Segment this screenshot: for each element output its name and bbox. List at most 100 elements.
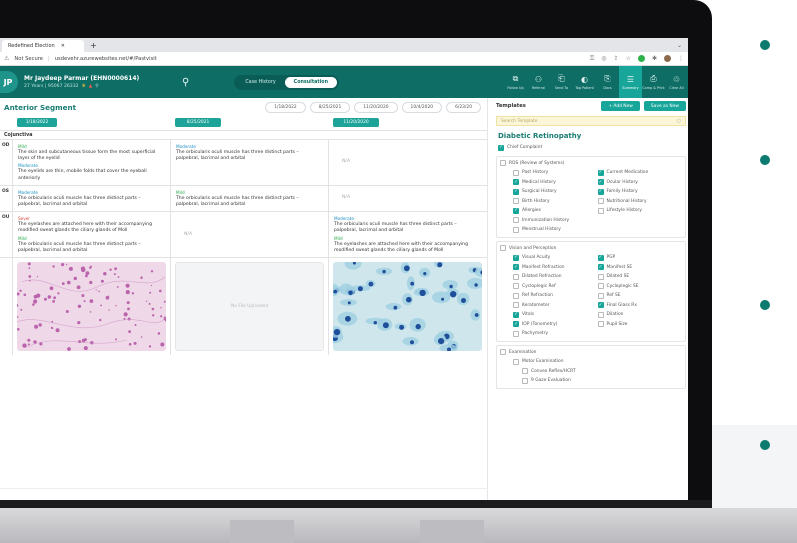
checkbox-item[interactable]: ✓ Ocular History [597, 178, 683, 188]
checkbox-item[interactable]: ✓ Current Medication [597, 168, 683, 178]
checkbox-item[interactable]: ✓ Manifest SE [597, 263, 683, 273]
date-chip[interactable]: 11/20/2020 [354, 101, 398, 113]
close-icon[interactable]: ✕ [61, 43, 65, 49]
checkbox-icon[interactable] [597, 273, 604, 280]
checkbox-item[interactable]: Past History [513, 168, 598, 178]
checkbox-item[interactable]: Immunization History [500, 216, 682, 226]
checkbox-item[interactable]: ✓ Manifest Refraction [513, 263, 598, 273]
checkbox-icon[interactable] [513, 226, 519, 233]
checkbox-checked-icon[interactable]: ✓ [597, 302, 604, 309]
checkbox-checked-icon[interactable]: ✓ [513, 207, 519, 214]
checkbox-item[interactable]: Ref SE [597, 291, 683, 301]
extension-icon[interactable] [637, 54, 645, 62]
date-chip[interactable]: 1/18/2022 [265, 101, 306, 113]
checkbox-item[interactable]: ✓ Medical History [513, 178, 598, 188]
summary-button[interactable]: ☰ Summary [619, 66, 642, 98]
tab-consultation[interactable]: Consultation [284, 76, 337, 88]
checkbox-item[interactable]: ✓ Vitals [513, 310, 598, 320]
checkbox-icon[interactable] [513, 302, 519, 309]
column-date-header[interactable]: 11/20/2020 [333, 117, 379, 127]
image-cell[interactable] [328, 258, 486, 356]
checkbox-icon[interactable] [513, 198, 519, 205]
checkbox-checked-icon[interactable]: ✓ [513, 311, 519, 318]
checkbox-item[interactable]: Cycloplegic SE [597, 282, 683, 292]
checkbox-item[interactable]: ✓ IOP (Tonometry) [513, 320, 598, 330]
checkbox-item[interactable]: ✓ Surgical History [513, 187, 598, 197]
new-tab-button[interactable]: + [90, 41, 97, 50]
checkbox-item[interactable]: 9 Gaze Evaluation [500, 376, 682, 386]
column-date-header[interactable]: 8/25/2021 [175, 117, 221, 127]
checkbox-checked-icon[interactable]: ✓ [597, 169, 604, 176]
checkbox-item[interactable]: Lifestyle History [597, 206, 683, 216]
checkbox-icon[interactable] [522, 368, 528, 375]
profile-icon[interactable] [664, 54, 671, 62]
add-new-button[interactable]: + Add New [601, 101, 640, 111]
checkbox-item[interactable]: Birth History [513, 197, 598, 207]
checkbox-icon[interactable] [500, 349, 506, 356]
column-date-header[interactable]: 1/18/2022 [17, 117, 57, 127]
microscopy-image-pink[interactable] [17, 262, 166, 352]
checkbox-checked-icon[interactable]: ✓ [597, 264, 604, 271]
calendar-button[interactable]: ⧉ Follow Up [504, 66, 527, 98]
star-icon[interactable]: ☆ [626, 55, 631, 63]
search-icon[interactable]: ⚲ [182, 77, 189, 88]
checkbox-icon[interactable] [500, 160, 506, 167]
trash-button[interactable]: ♲ Clear All [665, 66, 688, 98]
image-cell-empty[interactable]: No File Uploaded [170, 258, 328, 356]
checkbox-icon[interactable] [597, 283, 604, 290]
checkbox-checked-icon[interactable]: ✓ [513, 254, 519, 261]
checkbox-icon[interactable] [597, 321, 604, 328]
checkbox-checked-icon[interactable]: ✓ [513, 321, 519, 328]
checkbox-icon[interactable] [513, 273, 519, 280]
checkbox-item[interactable]: ✓ PGP [597, 253, 683, 263]
date-chip[interactable]: 6/23/20 [446, 101, 481, 113]
template-search-input[interactable]: Search Template ○ [496, 116, 686, 126]
checkbox-item[interactable]: Dilation [597, 310, 683, 320]
key-icon[interactable]: ⚿ [590, 55, 595, 63]
docs-button[interactable]: ⎘ Docs [596, 66, 619, 98]
checkbox-icon[interactable] [513, 169, 519, 176]
checkbox-icon[interactable] [513, 217, 519, 224]
checkbox-item[interactable]: ROS (Review of Systems) [500, 159, 682, 169]
checkbox-item[interactable]: Pachymetry [500, 329, 682, 339]
checkbox-icon[interactable] [597, 292, 604, 299]
checkbox-icon[interactable] [500, 245, 506, 252]
checkbox-item[interactable]: Nutritional History [597, 197, 683, 207]
checkbox-item[interactable]: ✓ Allergies [513, 206, 598, 216]
checkbox-icon[interactable] [597, 311, 604, 318]
checkbox-item[interactable]: Motor Examination [513, 357, 682, 367]
browser-tab[interactable]: Redefined Election ✕ [2, 40, 84, 52]
checkbox-item[interactable]: ✓ Final Glass Rx [597, 301, 683, 311]
checkbox-item[interactable]: Menstrual History [500, 225, 682, 235]
checkbox-item[interactable]: ✓ Visual Acuity [513, 253, 598, 263]
checkbox-item[interactable]: Vision and Perception [500, 244, 682, 254]
checkbox-icon[interactable] [597, 198, 604, 205]
url-text[interactable]: usdevehr.azurewebsites.net/#/Pastvisit [55, 56, 157, 62]
menu-icon[interactable]: ⋮ [678, 55, 684, 63]
checkbox-checked-icon[interactable]: ✓ [597, 188, 604, 195]
checkbox-item[interactable]: Pupil Size [597, 320, 683, 330]
checkbox-icon[interactable] [522, 377, 528, 384]
checkbox-icon[interactable] [513, 330, 519, 337]
save-as-new-button[interactable]: Save as New [643, 101, 686, 111]
checkbox-checked-icon[interactable]: ✓ [597, 179, 604, 186]
users-button[interactable]: ⚇ Referral [527, 66, 550, 98]
checkbox-item[interactable]: Examination [500, 348, 682, 358]
share-icon[interactable]: ⇪ [614, 55, 619, 63]
checkbox-icon[interactable] [597, 207, 604, 214]
tag-button[interactable]: ◐ Tag Patient [573, 66, 596, 98]
checkbox-item[interactable]: Dilated SE [597, 272, 683, 282]
checkbox-icon[interactable] [513, 283, 519, 290]
checkbox-item[interactable]: ✓ Chief Complaint [494, 143, 688, 153]
checkbox-item[interactable]: Dilated Refraction [513, 272, 598, 282]
date-chip[interactable]: 8/25/2021 [309, 101, 351, 113]
checkbox-item[interactable]: ✓ Family History [597, 187, 683, 197]
checkbox-checked-icon[interactable]: ✓ [513, 264, 519, 271]
image-cell[interactable] [12, 258, 170, 356]
address-bar[interactable]: ⚠ Not Secure | usdevehr.azurewebsites.ne… [0, 52, 688, 66]
translate-icon[interactable]: ◎ [601, 55, 606, 63]
microscopy-image-blue[interactable] [333, 262, 482, 352]
print-button[interactable]: ⎙ Comp & Print [642, 66, 665, 98]
tab-case-history[interactable]: Case History [236, 77, 284, 88]
checkbox-item[interactable]: Keratometer [513, 301, 598, 311]
